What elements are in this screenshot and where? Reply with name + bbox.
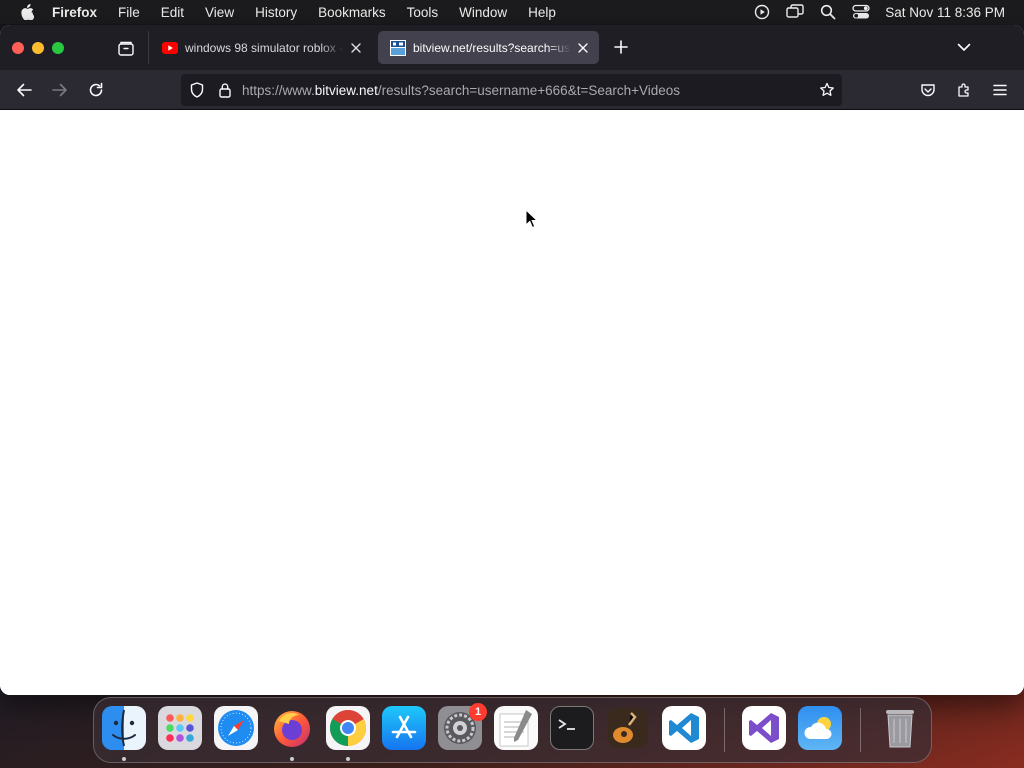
apple-menu-icon[interactable] — [20, 4, 34, 20]
bookmark-star-icon[interactable] — [818, 81, 836, 99]
menu-bookmarks[interactable]: Bookmarks — [318, 5, 386, 20]
url-prefix: https://www. — [242, 82, 315, 98]
browser-window: windows 98 simulator roblox - YouTube bi… — [0, 25, 1024, 695]
tab-bar: windows 98 simulator roblox - YouTube bi… — [0, 25, 1024, 70]
menu-edit[interactable]: Edit — [161, 5, 184, 20]
menu-clock[interactable]: Sat Nov 11 8:36 PM — [885, 5, 1005, 20]
youtube-icon — [162, 40, 178, 56]
status-tray: Sat Nov 11 8:36 PM — [753, 0, 1024, 24]
play-icon[interactable] — [753, 3, 771, 21]
tab-title: bitview.net/results?search=username+666&… — [413, 40, 571, 55]
dock-garageband-icon[interactable] — [606, 706, 650, 750]
window-close-button[interactable] — [12, 41, 24, 54]
menu-bar: Firefox File Edit View History Bookmarks… — [0, 0, 1024, 24]
tab-divider — [148, 31, 149, 64]
dock-textedit-icon[interactable] — [494, 706, 538, 750]
navigation-toolbar: https://www.bitview.net/results?search=u… — [0, 70, 1024, 110]
running-indicator — [122, 757, 126, 761]
menu-history[interactable]: History — [255, 5, 297, 20]
tab-close-icon[interactable] — [348, 40, 364, 56]
tab-youtube[interactable]: windows 98 simulator roblox - YouTube — [150, 31, 372, 64]
dock-visual-studio-icon[interactable] — [742, 706, 786, 750]
dock-launchpad-icon[interactable] — [158, 706, 202, 750]
tab-close-icon[interactable] — [575, 40, 591, 56]
menu-view[interactable]: View — [205, 5, 234, 20]
lock-icon[interactable] — [216, 81, 234, 99]
control-center-icon[interactable] — [852, 3, 870, 21]
forward-arrow-icon[interactable] — [50, 80, 70, 100]
extensions-puzzle-icon[interactable] — [954, 80, 974, 100]
tracking-protection-shield-icon[interactable] — [188, 81, 206, 99]
window-fullscreen-button[interactable] — [52, 41, 64, 54]
spotlight-search-icon[interactable] — [819, 3, 837, 21]
dock-separator — [860, 708, 861, 752]
dock-weather-icon[interactable] — [798, 706, 842, 750]
reload-icon[interactable] — [86, 80, 106, 100]
dock-vscode-icon[interactable] — [662, 706, 706, 750]
menu-file[interactable]: File — [118, 5, 140, 20]
menu-tools[interactable]: Tools — [407, 5, 439, 20]
dock-trash-icon[interactable] — [878, 706, 922, 750]
running-indicator — [346, 757, 350, 761]
url-domain: bitview.net — [314, 82, 378, 98]
dock: 1 — [93, 697, 932, 763]
hamburger-menu-icon[interactable] — [990, 80, 1010, 100]
pocket-icon[interactable] — [918, 80, 938, 100]
tab-bitview[interactable]: bitview.net/results?search=username+666&… — [378, 31, 599, 64]
window-minimize-button[interactable] — [32, 41, 44, 54]
notification-badge: 1 — [469, 703, 487, 721]
firefox-view-icon[interactable] — [116, 38, 136, 58]
bitview-icon — [390, 39, 406, 56]
url-bar[interactable]: https://www.bitview.net/results?search=u… — [181, 74, 842, 106]
screen-mirroring-icon[interactable] — [786, 3, 804, 21]
url-text[interactable]: https://www.bitview.net/results?search=u… — [242, 83, 680, 98]
window-controls — [12, 41, 72, 54]
menu-app-name[interactable]: Firefox — [52, 5, 97, 20]
dock-terminal-icon[interactable] — [550, 706, 594, 750]
dock-system-settings-icon[interactable]: 1 — [438, 703, 487, 750]
new-tab-plus-icon[interactable] — [612, 38, 630, 56]
dock-separator — [724, 708, 725, 752]
list-all-tabs-chevron-icon[interactable] — [955, 38, 973, 56]
dock-safari-icon[interactable] — [214, 706, 258, 750]
menu-help[interactable]: Help — [528, 5, 556, 20]
mouse-cursor-icon — [525, 208, 539, 229]
dock-firefox-icon[interactable] — [270, 706, 314, 750]
dock-chrome-icon[interactable] — [326, 706, 370, 750]
menu-window[interactable]: Window — [459, 5, 507, 20]
dock-finder-icon[interactable] — [102, 706, 146, 750]
url-path: /results?search=username+666&t=Search+Vi… — [377, 82, 681, 98]
running-indicator — [290, 757, 294, 761]
dock-app-store-icon[interactable] — [382, 706, 426, 750]
tab-title: windows 98 simulator roblox - YouTube — [185, 40, 344, 55]
back-arrow-icon[interactable] — [14, 80, 34, 100]
page-content[interactable] — [0, 110, 1024, 695]
